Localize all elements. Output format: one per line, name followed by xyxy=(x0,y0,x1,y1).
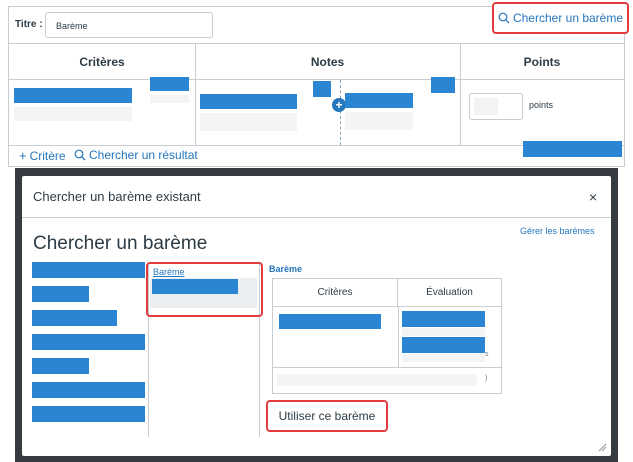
redacted-total xyxy=(523,141,622,157)
rating-divider xyxy=(340,80,341,145)
add-criterion-label: Critère xyxy=(29,148,66,163)
course-item[interactable] xyxy=(32,382,145,398)
redacted-rating-2-points xyxy=(431,77,455,93)
column-divider xyxy=(460,44,461,145)
row-divider xyxy=(273,367,501,368)
dialog-heading: Chercher un barème xyxy=(33,233,208,254)
manage-rubrics-link[interactable]: Gérer les barèmes xyxy=(520,226,595,236)
redacted-preview-total xyxy=(277,374,477,386)
redacted-preview-rating xyxy=(402,337,485,353)
plus-icon: + xyxy=(19,148,27,163)
redacted-criterion-text xyxy=(14,88,132,103)
redacted-rating-1-points xyxy=(313,81,331,97)
redacted-criterion-tag xyxy=(150,77,189,91)
course-item[interactable] xyxy=(32,262,145,278)
preview-header-criteria: Critères xyxy=(273,279,398,307)
column-divider xyxy=(195,44,196,145)
course-item[interactable] xyxy=(32,286,89,302)
column-header-criteria: Critères xyxy=(9,44,195,80)
rubric-preview-table: Critères Évaluation s ) xyxy=(272,278,502,394)
redacted-rating-2 xyxy=(345,93,413,108)
course-item[interactable] xyxy=(32,334,145,350)
search-icon xyxy=(74,149,86,161)
course-item[interactable] xyxy=(32,358,89,374)
search-icon xyxy=(498,12,510,24)
points-input[interactable] xyxy=(469,93,523,120)
redacted-preview-criterion xyxy=(279,314,381,329)
find-rubric-dialog: Chercher un barème existant × Gérer les … xyxy=(22,176,611,456)
redacted-rating-1-desc xyxy=(200,113,297,131)
redacted-rating-1 xyxy=(200,94,297,109)
find-rubric-label: Chercher un barème xyxy=(512,11,624,25)
close-icon[interactable]: × xyxy=(589,189,597,205)
column-divider xyxy=(398,307,399,367)
redacted-criterion-meta xyxy=(150,95,189,103)
find-outcome-label: Chercher un résultat xyxy=(89,148,198,162)
column-header-points: Points xyxy=(460,44,624,80)
preview-fragment: ) xyxy=(485,375,488,382)
find-outcome-button[interactable]: Chercher un résultat xyxy=(74,148,198,162)
dialog-title: Chercher un barème existant xyxy=(33,189,201,204)
highlight-box xyxy=(146,262,263,317)
preview-fragment: s xyxy=(485,351,489,358)
resize-grip-icon[interactable] xyxy=(597,442,607,452)
find-rubric-button[interactable]: Chercher un barème xyxy=(492,2,629,34)
add-circle-icon[interactable]: + xyxy=(332,98,346,112)
points-unit-label: points xyxy=(529,100,554,110)
redacted-criterion-description xyxy=(14,107,132,121)
course-item[interactable] xyxy=(32,310,117,326)
redacted-preview-rating xyxy=(402,311,485,327)
dialog-header: Chercher un barème existant × xyxy=(22,176,611,218)
redacted-rating-2-desc xyxy=(345,112,413,130)
title-input[interactable]: Barème xyxy=(45,12,213,38)
title-label: Titre : xyxy=(15,19,43,30)
redacted-preview-rating-desc xyxy=(402,328,485,336)
points-value xyxy=(474,98,498,115)
preview-title: Barème xyxy=(269,264,303,274)
use-rubric-button[interactable]: Utiliser ce barème xyxy=(266,400,388,432)
course-item[interactable] xyxy=(32,406,145,422)
add-criterion-button[interactable]: + Critère xyxy=(19,148,66,163)
redacted-preview-rating-desc xyxy=(402,354,485,362)
column-header-ratings: Notes xyxy=(195,44,460,80)
preview-header-rating: Évaluation xyxy=(398,279,501,307)
